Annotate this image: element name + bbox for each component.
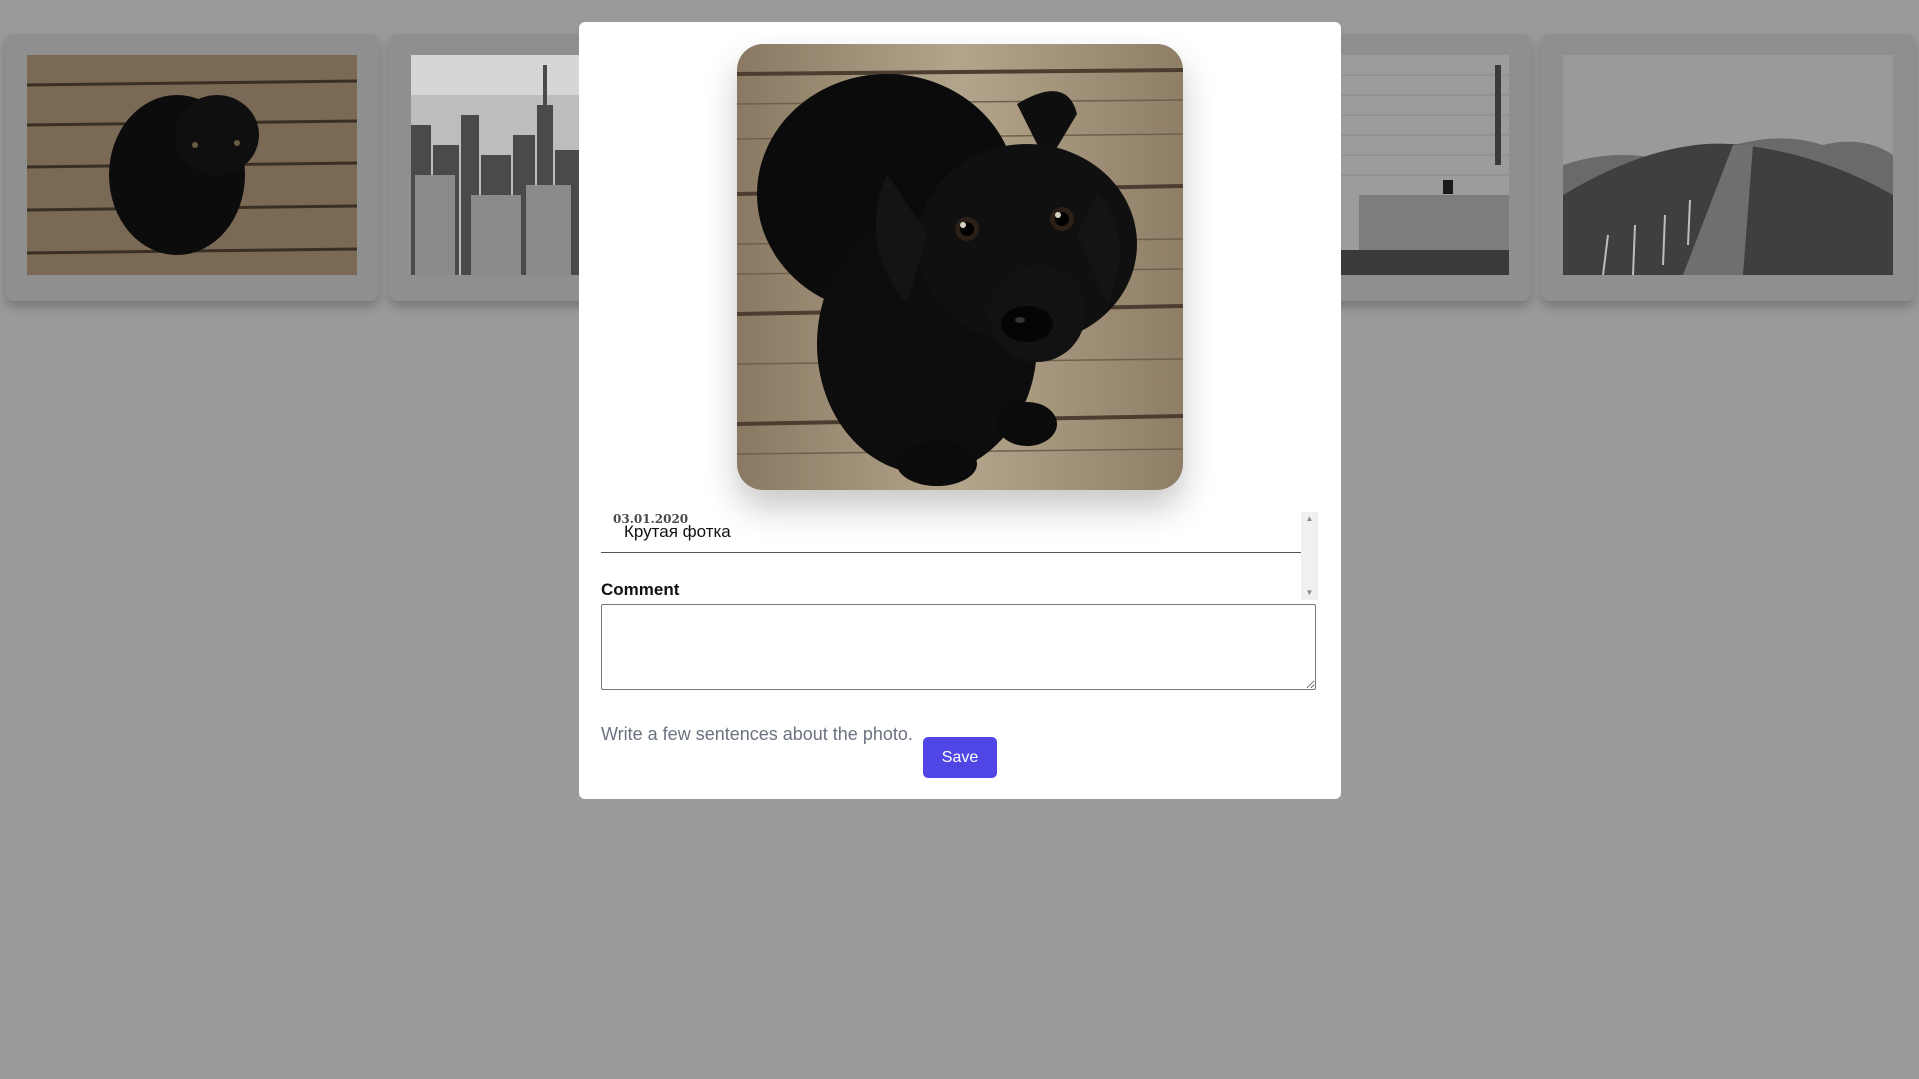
comments-list: 03.01.2020 Крутая фотка ▲ ▼ — [601, 490, 1318, 600]
gallery-card-dog[interactable] — [5, 34, 379, 301]
comment-text: Крутая фотка — [624, 522, 731, 541]
comment-textarea[interactable] — [601, 604, 1316, 690]
gallery-card-hills[interactable] — [1541, 34, 1915, 301]
hills-photo-thumbnail[interactable] — [1563, 55, 1893, 275]
save-button[interactable]: Save — [923, 737, 997, 778]
scroll-down-arrow-icon[interactable]: ▼ — [1301, 586, 1318, 600]
photo-modal: 03.01.2020 Крутая фотка ▲ ▼ Comment Writ… — [579, 22, 1341, 799]
comment-label: Comment — [601, 580, 680, 599]
puppy-photo-thumbnail[interactable] — [27, 55, 357, 275]
comment-help-text: Write a few sentences about the photo. — [601, 724, 913, 744]
puppy-photo — [737, 44, 1183, 490]
scroll-up-arrow-icon[interactable]: ▲ — [1301, 512, 1318, 526]
comment-item: 03.01.2020 Крутая фотка — [601, 490, 1301, 553]
comments-scrollbar[interactable]: ▲ ▼ — [1301, 512, 1318, 600]
